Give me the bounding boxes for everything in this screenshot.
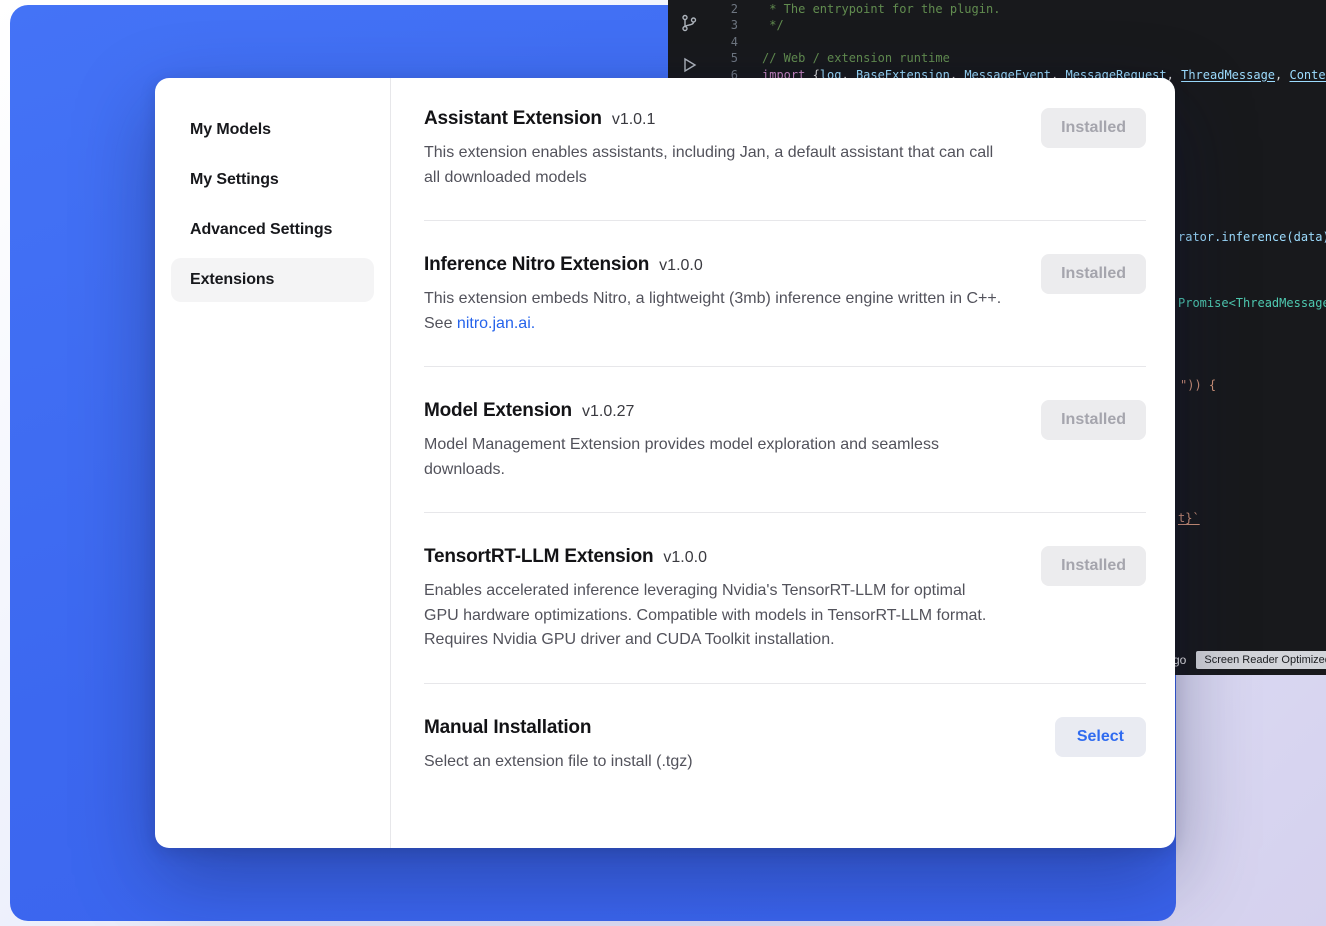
line-number: 3 xyxy=(668,18,744,34)
extension-version: v1.0.0 xyxy=(659,257,703,275)
line-number: 4 xyxy=(668,35,744,51)
manual-installation-title: Manual Installation xyxy=(424,717,591,739)
code-text: */ xyxy=(762,18,784,34)
editor-code-area: 2 * The entrypoint for the plugin. 3 */ … xyxy=(668,2,1326,84)
page-background: 2 * The entrypoint for the plugin. 3 */ … xyxy=(0,0,1326,926)
extension-version: v1.0.27 xyxy=(582,403,634,421)
extension-description: This extension embeds Nitro, a lightweig… xyxy=(424,287,1004,336)
extension-title: Model Extension xyxy=(424,400,572,422)
sidebar-item-extensions[interactable]: Extensions xyxy=(171,258,374,302)
line-number: 5 xyxy=(668,51,744,67)
extension-info: Manual Installation Select an extension … xyxy=(424,717,693,775)
installed-button[interactable]: Installed xyxy=(1041,400,1146,440)
screen-reader-optimized-badge[interactable]: Screen Reader Optimized xyxy=(1196,651,1326,669)
extension-info: TensortRT-LLM Extension v1.0.0 Enables a… xyxy=(424,546,1004,653)
settings-modal: My Models My Settings Advanced Settings … xyxy=(155,78,1175,848)
extension-header: Manual Installation xyxy=(424,717,693,739)
extension-description: This extension enables assistants, inclu… xyxy=(424,141,1004,190)
select-file-button[interactable]: Select xyxy=(1055,717,1146,757)
code-text: // Web / extension runtime xyxy=(762,51,950,67)
extension-info: Assistant Extension v1.0.1 This extensio… xyxy=(424,108,1004,190)
separator xyxy=(424,683,1146,684)
extension-row-model: Model Extension v1.0.27 Model Management… xyxy=(424,400,1146,482)
separator xyxy=(424,366,1146,367)
extension-info: Inference Nitro Extension v1.0.0 This ex… xyxy=(424,254,1004,336)
extensions-panel: Assistant Extension v1.0.1 This extensio… xyxy=(391,78,1175,848)
manual-installation-row: Manual Installation Select an extension … xyxy=(424,717,1146,775)
sidebar-item-my-settings[interactable]: My Settings xyxy=(171,158,374,202)
code-line: 4 xyxy=(668,35,1326,51)
line-number: 2 xyxy=(668,2,744,18)
settings-sidebar: My Models My Settings Advanced Settings … xyxy=(155,78,391,848)
statusbar-language-label: go xyxy=(1173,653,1186,667)
code-line: 2 * The entrypoint for the plugin. xyxy=(668,2,1326,18)
sidebar-item-my-models[interactable]: My Models xyxy=(171,108,374,152)
extension-header: Inference Nitro Extension v1.0.0 xyxy=(424,254,1004,276)
extension-row-assistant: Assistant Extension v1.0.1 This extensio… xyxy=(424,108,1146,190)
extension-row-tensorrt: TensortRT-LLM Extension v1.0.0 Enables a… xyxy=(424,546,1146,653)
code-fragment: ")) { xyxy=(1180,378,1216,392)
extension-header: Model Extension v1.0.27 xyxy=(424,400,1004,422)
extension-header: Assistant Extension v1.0.1 xyxy=(424,108,1004,130)
extension-title: Assistant Extension xyxy=(424,108,602,130)
code-fragment: rator.inference(data)); xyxy=(1178,230,1326,244)
extension-row-nitro: Inference Nitro Extension v1.0.0 This ex… xyxy=(424,254,1146,336)
separator xyxy=(424,512,1146,513)
sidebar-item-advanced-settings[interactable]: Advanced Settings xyxy=(171,208,374,252)
extension-header: TensortRT-LLM Extension v1.0.0 xyxy=(424,546,1004,568)
extension-version: v1.0.1 xyxy=(612,111,656,129)
code-text: * The entrypoint for the plugin. xyxy=(762,2,1000,18)
extension-version: v1.0.0 xyxy=(663,549,707,567)
editor-status-bar: go Screen Reader Optimized xyxy=(1173,651,1326,669)
extension-description: Model Management Extension provides mode… xyxy=(424,433,1004,482)
installed-button[interactable]: Installed xyxy=(1041,546,1146,586)
code-line: 5 // Web / extension runtime xyxy=(668,51,1326,67)
nitro-jan-ai-link[interactable]: nitro.jan.ai. xyxy=(457,315,535,332)
extension-info: Model Extension v1.0.27 Model Management… xyxy=(424,400,1004,482)
extension-title: Inference Nitro Extension xyxy=(424,254,649,276)
manual-installation-description: Select an extension file to install (.tg… xyxy=(424,750,693,775)
extension-description: Enables accelerated inference leveraging… xyxy=(424,579,1004,653)
extension-title: TensortRT-LLM Extension xyxy=(424,546,653,568)
code-fragment: t}` xyxy=(1178,511,1200,525)
installed-button[interactable]: Installed xyxy=(1041,254,1146,294)
installed-button[interactable]: Installed xyxy=(1041,108,1146,148)
code-fragment: Promise<ThreadMessage> xyxy=(1178,296,1326,310)
separator xyxy=(424,220,1146,221)
code-line: 3 */ xyxy=(668,18,1326,34)
